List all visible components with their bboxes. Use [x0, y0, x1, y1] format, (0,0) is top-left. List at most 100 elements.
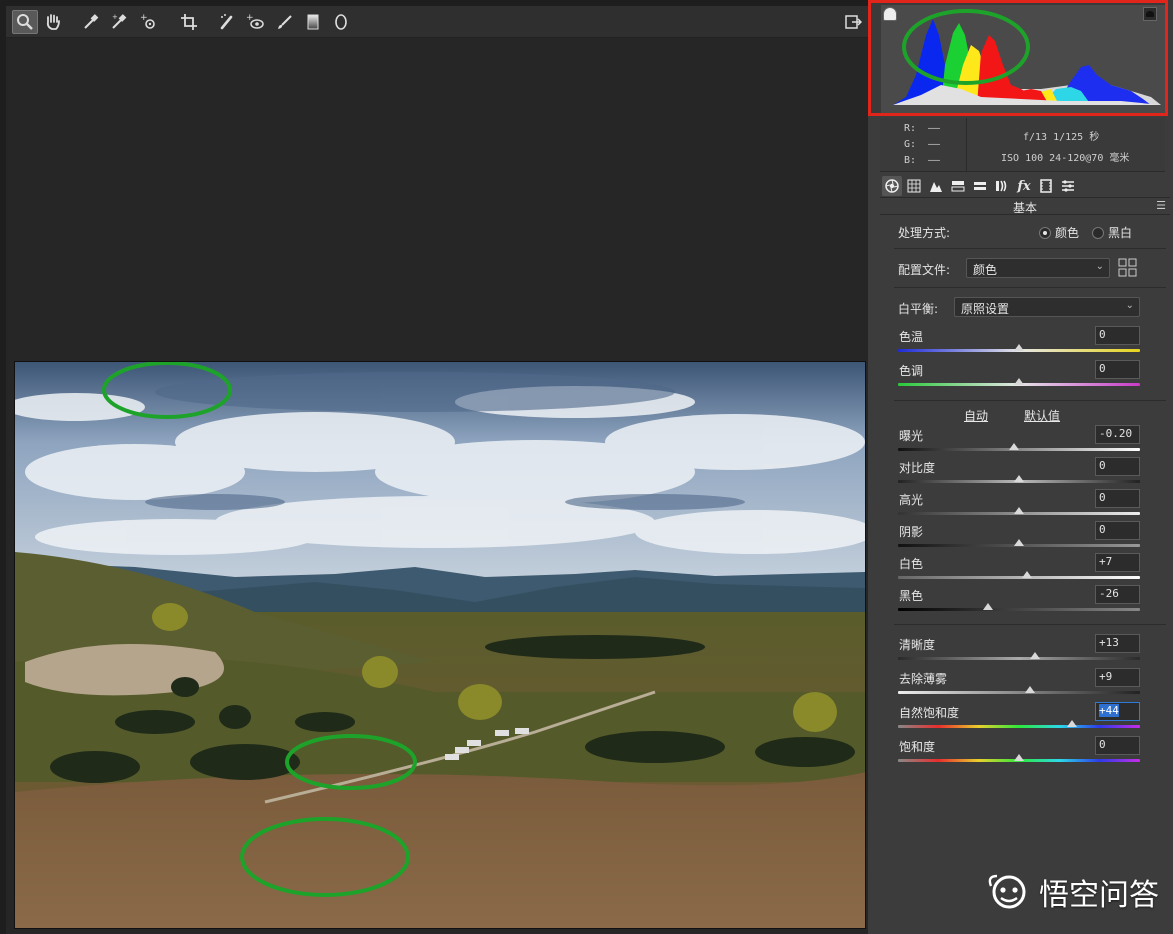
shadows-label: 阴影 — [899, 525, 924, 539]
divider — [894, 400, 1166, 401]
shadows-slider-thumb[interactable] — [1014, 539, 1024, 546]
histogram-highlight-box — [868, 0, 1168, 116]
treatment-bw-label: 黑白 — [1108, 226, 1133, 240]
highlights-value-field[interactable]: 0 — [1095, 489, 1140, 508]
adjustment-brush-icon[interactable] — [272, 10, 298, 34]
shadows-value-field[interactable]: 0 — [1095, 521, 1140, 540]
tool-bar: + + + — [6, 6, 868, 38]
hsl-icon[interactable] — [948, 176, 968, 196]
svg-text:+: + — [112, 13, 118, 21]
panel-menu-icon[interactable]: ☰ — [1156, 199, 1166, 212]
profile-label: 配置文件: — [898, 263, 951, 277]
highlight-clipping-warning-icon[interactable] — [1143, 7, 1157, 21]
watermark-text: 悟空问答 — [1039, 878, 1159, 913]
auto-button[interactable]: 自动 — [964, 407, 988, 424]
clarity-value: +13 — [1099, 636, 1119, 649]
whites-value: +7 — [1099, 555, 1113, 568]
histogram — [881, 5, 1165, 113]
shadows-value: 0 — [1099, 523, 1106, 536]
whites-slider-thumb[interactable] — [1022, 571, 1033, 578]
wb-label: 白平衡: — [898, 302, 939, 316]
detail-icon[interactable] — [926, 176, 946, 196]
exposure-slider-thumb[interactable] — [1009, 443, 1020, 450]
blacks-value: -26 — [1099, 587, 1119, 600]
tint-label: 色调 — [899, 364, 924, 378]
zoom-tool-icon[interactable] — [12, 10, 38, 34]
dehaze-slider-track[interactable] — [898, 691, 1140, 694]
basic-icon[interactable] — [882, 176, 902, 196]
radial-filter-icon[interactable] — [328, 10, 354, 34]
temp-value-field[interactable]: 0 — [1095, 326, 1140, 345]
saturation-value: 0 — [1099, 738, 1106, 751]
camera-iso-lens-text: ISO 100 24-120@70 毫米 — [1001, 153, 1130, 164]
clarity-slider-track[interactable] — [898, 657, 1140, 660]
graduated-filter-icon[interactable] — [300, 10, 326, 34]
blacks-slider-track[interactable] — [898, 608, 1140, 611]
r-readout: R: —— — [904, 123, 941, 134]
exposure-value: -0.20 — [1099, 427, 1133, 440]
split-toning-icon[interactable] — [970, 176, 990, 196]
vibrance-slider-thumb[interactable] — [1067, 720, 1078, 727]
vibrance-value-field[interactable]: +44 — [1095, 702, 1140, 721]
default-button[interactable]: 默认值 — [1024, 407, 1060, 424]
export-icon[interactable] — [840, 10, 866, 34]
dehaze-label: 去除薄雾 — [899, 672, 948, 686]
dehaze-slider-thumb[interactable] — [1024, 686, 1035, 693]
contrast-value: 0 — [1099, 459, 1106, 472]
red-eye-tool-icon[interactable]: + — [242, 10, 268, 34]
hand-tool-icon[interactable] — [40, 10, 66, 34]
saturation-value-field[interactable]: 0 — [1095, 736, 1140, 755]
whites-label: 白色 — [899, 557, 924, 571]
radio-color-icon[interactable] — [1039, 227, 1051, 239]
tone-curve-icon[interactable] — [904, 176, 924, 196]
contrast-value-field[interactable]: 0 — [1095, 457, 1140, 476]
preview-photo[interactable] — [14, 361, 866, 929]
tint-value-field[interactable]: 0 — [1095, 360, 1140, 379]
treatment-color-label: 颜色 — [1055, 226, 1080, 240]
blacks-label: 黑色 — [899, 589, 924, 603]
vibrance-slider-track[interactable] — [898, 725, 1140, 728]
white-balance-dropdown[interactable]: 原照设置 ⌄ — [954, 297, 1140, 317]
contrast-slider-thumb[interactable] — [1014, 475, 1024, 482]
crop-tool-icon[interactable] — [176, 10, 202, 34]
camera-info: f/13 1/125 秒 ISO 100 24-120@70 毫米 — [966, 118, 1165, 172]
presets-icon[interactable] — [1058, 176, 1078, 196]
wb-value: 原照设置 — [961, 302, 1010, 316]
divider — [894, 248, 1166, 249]
profile-browser-grid-icon[interactable] — [1118, 258, 1138, 278]
temp-slider-thumb[interactable] — [1014, 344, 1024, 351]
lens-corrections-icon[interactable] — [992, 176, 1012, 196]
spot-removal-tool-icon[interactable] — [214, 10, 240, 34]
color-sampler-tool-icon[interactable]: + — [106, 10, 132, 34]
shadow-clipping-warning-icon[interactable] — [883, 7, 897, 21]
vibrance-label: 自然饱和度 — [899, 706, 960, 720]
profile-value: 颜色 — [973, 263, 998, 277]
info-readout: R: —— G: —— B: —— f/13 1/125 秒 ISO 100 24-1… — [880, 118, 1165, 172]
exposure-value-field[interactable]: -0.20 — [1095, 425, 1140, 444]
chevron-down-icon: ⌄ — [1125, 300, 1134, 311]
treatment-color-radio[interactable]: 颜色 — [1039, 224, 1079, 241]
tint-slider-thumb[interactable] — [1014, 378, 1024, 385]
camera-calibration-icon[interactable] — [1036, 176, 1056, 196]
white-balance-tool-icon[interactable] — [78, 10, 104, 34]
clarity-label: 清晰度 — [899, 638, 936, 652]
dehaze-value-field[interactable]: +9 — [1095, 668, 1140, 687]
blacks-value-field[interactable]: -26 — [1095, 585, 1140, 604]
radio-bw-icon[interactable] — [1092, 227, 1104, 239]
effects-icon[interactable]: fx — [1014, 176, 1034, 196]
section-title-text: 基本 — [1012, 201, 1037, 215]
whites-slider-track[interactable] — [898, 576, 1140, 579]
profile-dropdown[interactable]: 颜色 ⌄ — [966, 258, 1110, 278]
temp-value: 0 — [1099, 328, 1106, 341]
clarity-value-field[interactable]: +13 — [1095, 634, 1140, 653]
contrast-label: 对比度 — [899, 461, 936, 475]
blacks-slider-thumb[interactable] — [982, 603, 993, 610]
highlights-slider-thumb[interactable] — [1014, 507, 1024, 514]
clarity-slider-thumb[interactable] — [1029, 652, 1040, 659]
temp-label: 色温 — [899, 330, 924, 344]
saturation-slider-thumb[interactable] — [1014, 754, 1024, 761]
targeted-adjustment-tool-icon[interactable]: + — [136, 10, 162, 34]
panel-tabs: fx — [880, 174, 1170, 198]
treatment-bw-radio[interactable]: 黑白 — [1092, 224, 1132, 241]
whites-value-field[interactable]: +7 — [1095, 553, 1140, 572]
